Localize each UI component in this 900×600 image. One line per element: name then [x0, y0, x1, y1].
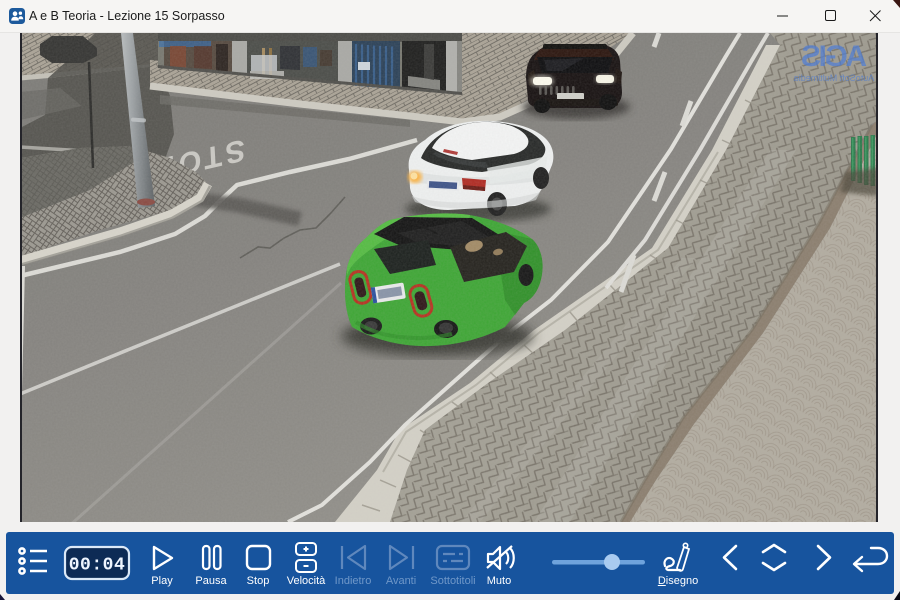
svg-text:00:04: 00:04: [69, 556, 126, 576]
